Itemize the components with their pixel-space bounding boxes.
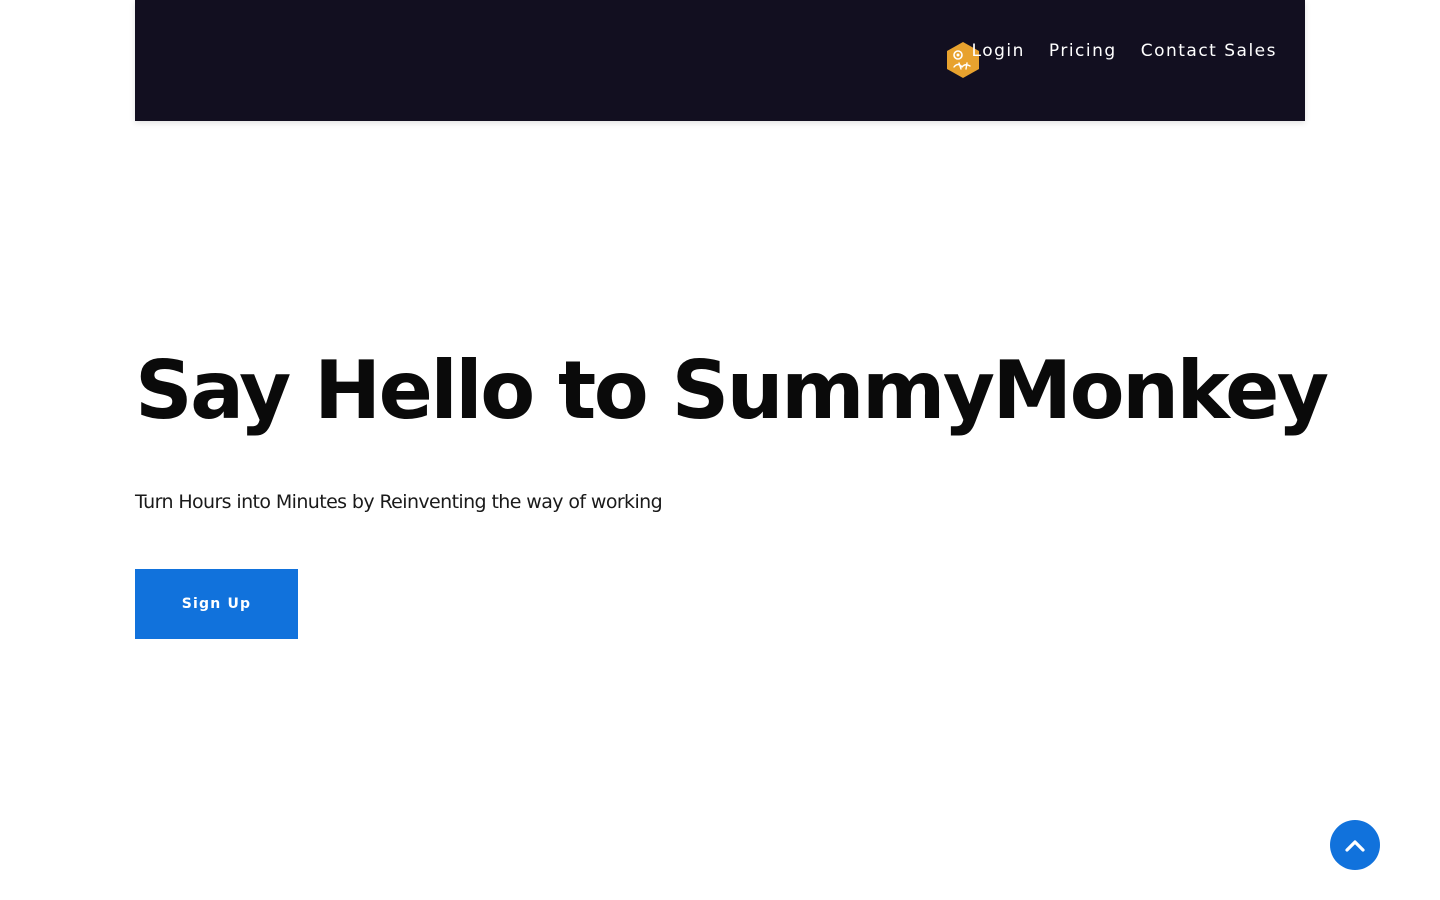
- chevron-up-icon: [1345, 840, 1365, 852]
- sign-up-button[interactable]: Sign Up: [135, 569, 298, 639]
- main-nav: Login Pricing Contact Sales: [972, 39, 1277, 63]
- nav-login-link[interactable]: Login: [972, 39, 1025, 63]
- top-navigation-bar: Login Pricing Contact Sales: [135, 0, 1305, 121]
- landing-page: Login Pricing Contact Sales Say Hello to…: [0, 0, 1440, 900]
- nav-pricing-link[interactable]: Pricing: [1049, 39, 1117, 63]
- hero-title: Say Hello to SummyMonkey: [135, 344, 1329, 437]
- scroll-to-top-button[interactable]: [1330, 820, 1380, 870]
- hero-subtitle: Turn Hours into Minutes by Reinventing t…: [135, 491, 663, 513]
- nav-contact-sales-link[interactable]: Contact Sales: [1141, 39, 1277, 63]
